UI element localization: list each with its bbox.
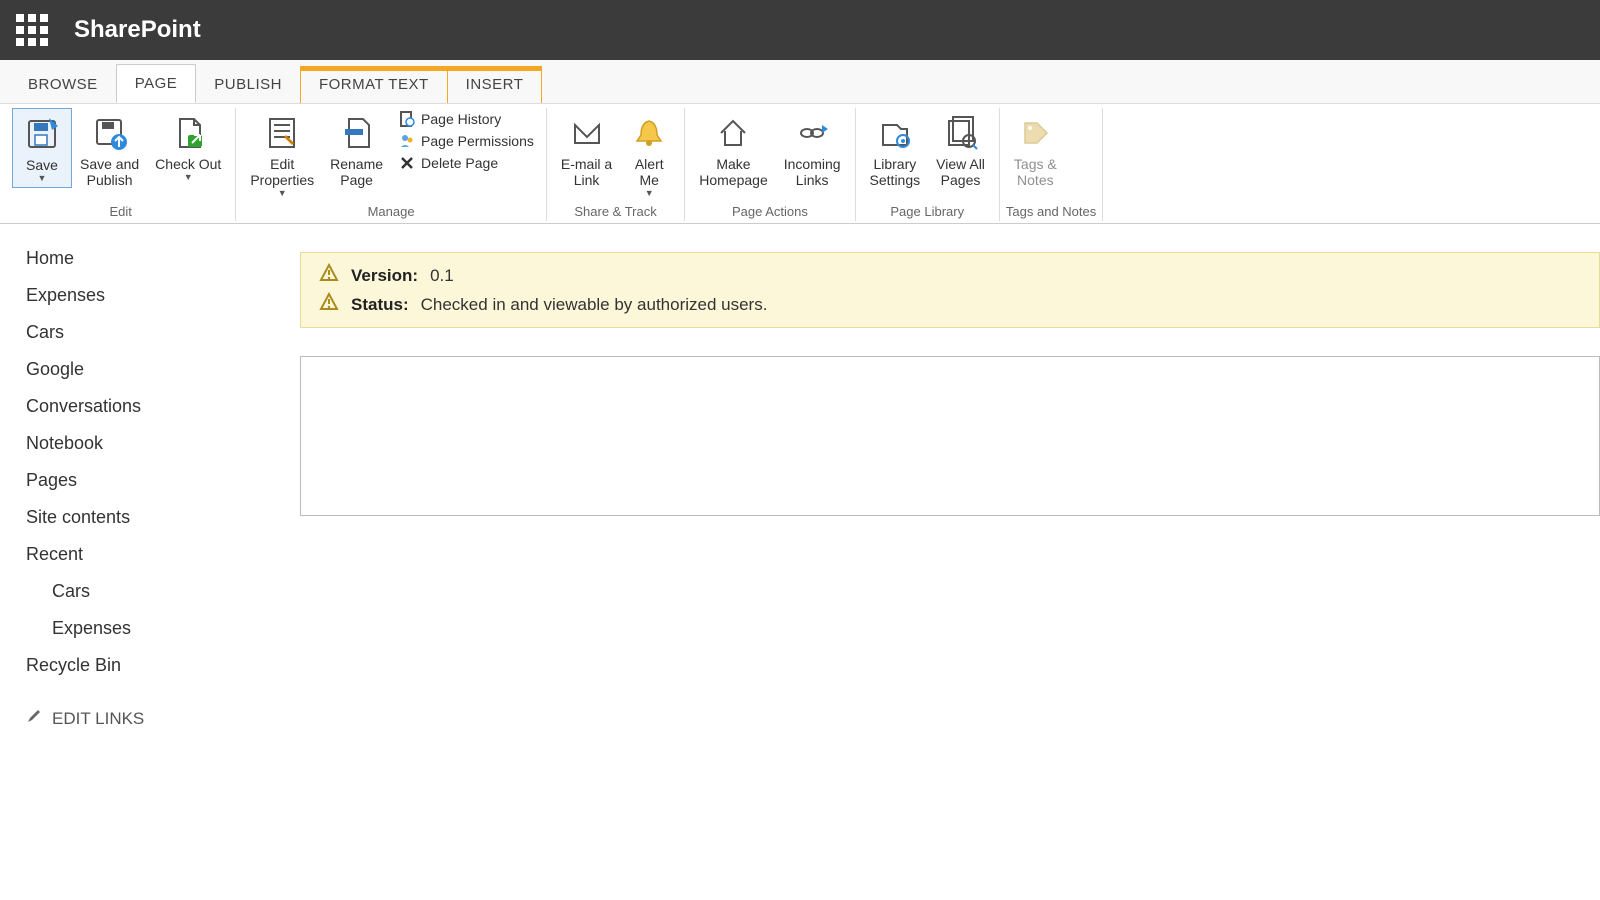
link-icon <box>791 112 833 154</box>
page-history-label: Page History <box>421 111 501 127</box>
email-link-label: E-mail a Link <box>561 156 612 188</box>
nav-recent[interactable]: Recent <box>24 536 254 573</box>
version-value: 0.1 <box>430 266 454 286</box>
permissions-icon <box>399 133 415 149</box>
nav-home[interactable]: Home <box>24 240 254 277</box>
quick-launch-nav: Home Expenses Cars Google Conversations … <box>24 240 254 741</box>
make-homepage-button[interactable]: Make Homepage <box>691 108 776 192</box>
history-icon <box>399 111 415 127</box>
check-out-label: Check Out <box>155 156 221 172</box>
page-history-button[interactable]: Page History <box>393 108 540 130</box>
alert-me-label: Alert Me <box>635 156 664 188</box>
tags-notes-button[interactable]: Tags & Notes <box>1006 108 1065 192</box>
tab-page[interactable]: PAGE <box>116 64 197 103</box>
ribbon-group-share-track: E-mail a Link Alert Me ▼ Share & Track <box>547 108 685 221</box>
ribbon-group-edit: Save ▼ Save and Publish Check Out ▼ Edit <box>6 108 236 221</box>
app-launcher-button[interactable] <box>8 6 56 54</box>
edit-properties-button[interactable]: Edit Properties ▼ <box>242 108 322 202</box>
save-button[interactable]: Save ▼ <box>12 108 72 188</box>
ribbon-group-label-tags-notes: Tags and Notes <box>1006 204 1096 221</box>
nav-site-contents[interactable]: Site contents <box>24 499 254 536</box>
ribbon-group-label-page-library: Page Library <box>862 204 993 221</box>
properties-icon <box>261 112 303 154</box>
pencil-icon <box>26 708 42 729</box>
check-out-icon <box>167 112 209 154</box>
rename-page-button[interactable]: Rename Page <box>322 108 391 192</box>
envelope-icon <box>566 112 608 154</box>
status-label: Status: <box>351 295 409 315</box>
nav-conversations[interactable]: Conversations <box>24 388 254 425</box>
dropdown-caret-icon: ▼ <box>645 188 654 198</box>
ribbon-tabs: BROWSE PAGE PUBLISH FORMAT TEXT INSERT <box>0 60 1600 104</box>
home-icon <box>712 112 754 154</box>
ribbon-group-tags-notes: Tags & Notes Tags and Notes <box>1000 108 1103 221</box>
ribbon-group-label-share-track: Share & Track <box>553 204 678 221</box>
email-link-button[interactable]: E-mail a Link <box>553 108 620 192</box>
library-settings-button[interactable]: Library Settings <box>862 108 929 192</box>
view-all-icon <box>940 112 982 154</box>
library-settings-icon <box>874 112 916 154</box>
ribbon-group-page-library: Library Settings View All Pages Page Lib… <box>856 108 1000 221</box>
tab-insert[interactable]: INSERT <box>448 66 543 103</box>
suite-header: SharePoint <box>0 0 1600 60</box>
waffle-icon <box>16 14 48 46</box>
ribbon-group-page-actions: Make Homepage Incoming Links Page Action… <box>685 108 855 221</box>
edit-links-button[interactable]: EDIT LINKS <box>24 696 254 741</box>
alert-me-button[interactable]: Alert Me ▼ <box>620 108 678 202</box>
page-permissions-button[interactable]: Page Permissions <box>393 130 540 152</box>
brand-title[interactable]: SharePoint <box>74 16 201 44</box>
tab-browse[interactable]: BROWSE <box>10 66 116 103</box>
page-editor-area[interactable] <box>300 356 1600 516</box>
status-value: Checked in and viewable by authorized us… <box>421 295 768 315</box>
version-label: Version: <box>351 266 418 286</box>
nav-cars[interactable]: Cars <box>24 314 254 351</box>
ribbon-group-label-manage: Manage <box>242 204 540 221</box>
save-label: Save <box>26 157 58 173</box>
dropdown-caret-icon: ▼ <box>278 188 287 198</box>
warning-icon <box>319 292 339 317</box>
nav-pages[interactable]: Pages <box>24 462 254 499</box>
rename-page-label: Rename Page <box>330 156 383 188</box>
dropdown-caret-icon: ▼ <box>184 172 193 182</box>
ribbon-group-label-page-actions: Page Actions <box>691 204 848 221</box>
tags-icon <box>1014 112 1056 154</box>
make-homepage-label: Make Homepage <box>699 156 768 188</box>
nav-google[interactable]: Google <box>24 351 254 388</box>
nav-recent-expenses[interactable]: Expenses <box>24 610 254 647</box>
warning-icon <box>319 263 339 288</box>
view-all-pages-label: View All Pages <box>936 156 985 188</box>
check-out-button[interactable]: Check Out ▼ <box>147 108 229 186</box>
edit-links-label: EDIT LINKS <box>52 709 144 729</box>
library-settings-label: Library Settings <box>870 156 921 188</box>
delete-icon <box>399 155 415 171</box>
ribbon-group-manage: Edit Properties ▼ Rename Page Page Histo… <box>236 108 547 221</box>
page-status-banner: Version: 0.1 Status: Checked in and view… <box>300 252 1600 328</box>
save-and-publish-button[interactable]: Save and Publish <box>72 108 147 192</box>
page-content: Version: 0.1 Status: Checked in and view… <box>300 252 1600 516</box>
ribbon: Save ▼ Save and Publish Check Out ▼ Edit <box>0 104 1600 224</box>
incoming-links-label: Incoming Links <box>784 156 841 188</box>
save-icon <box>21 113 63 155</box>
ribbon-group-label-edit: Edit <box>12 204 229 221</box>
save-publish-label: Save and Publish <box>80 156 139 188</box>
delete-page-label: Delete Page <box>421 155 498 171</box>
view-all-pages-button[interactable]: View All Pages <box>928 108 993 192</box>
tab-publish[interactable]: PUBLISH <box>196 66 300 103</box>
page-permissions-label: Page Permissions <box>421 133 534 149</box>
incoming-links-button[interactable]: Incoming Links <box>776 108 849 192</box>
delete-page-button[interactable]: Delete Page <box>393 152 540 174</box>
nav-notebook[interactable]: Notebook <box>24 425 254 462</box>
edit-properties-label: Edit Properties <box>250 156 314 188</box>
nav-recycle-bin[interactable]: Recycle Bin <box>24 647 254 684</box>
tab-format-text[interactable]: FORMAT TEXT <box>300 66 448 103</box>
nav-expenses[interactable]: Expenses <box>24 277 254 314</box>
dropdown-caret-icon: ▼ <box>38 173 47 183</box>
bell-icon <box>628 112 670 154</box>
tags-notes-label: Tags & Notes <box>1014 156 1057 188</box>
nav-recent-cars[interactable]: Cars <box>24 573 254 610</box>
rename-icon <box>336 112 378 154</box>
save-publish-icon <box>89 112 131 154</box>
